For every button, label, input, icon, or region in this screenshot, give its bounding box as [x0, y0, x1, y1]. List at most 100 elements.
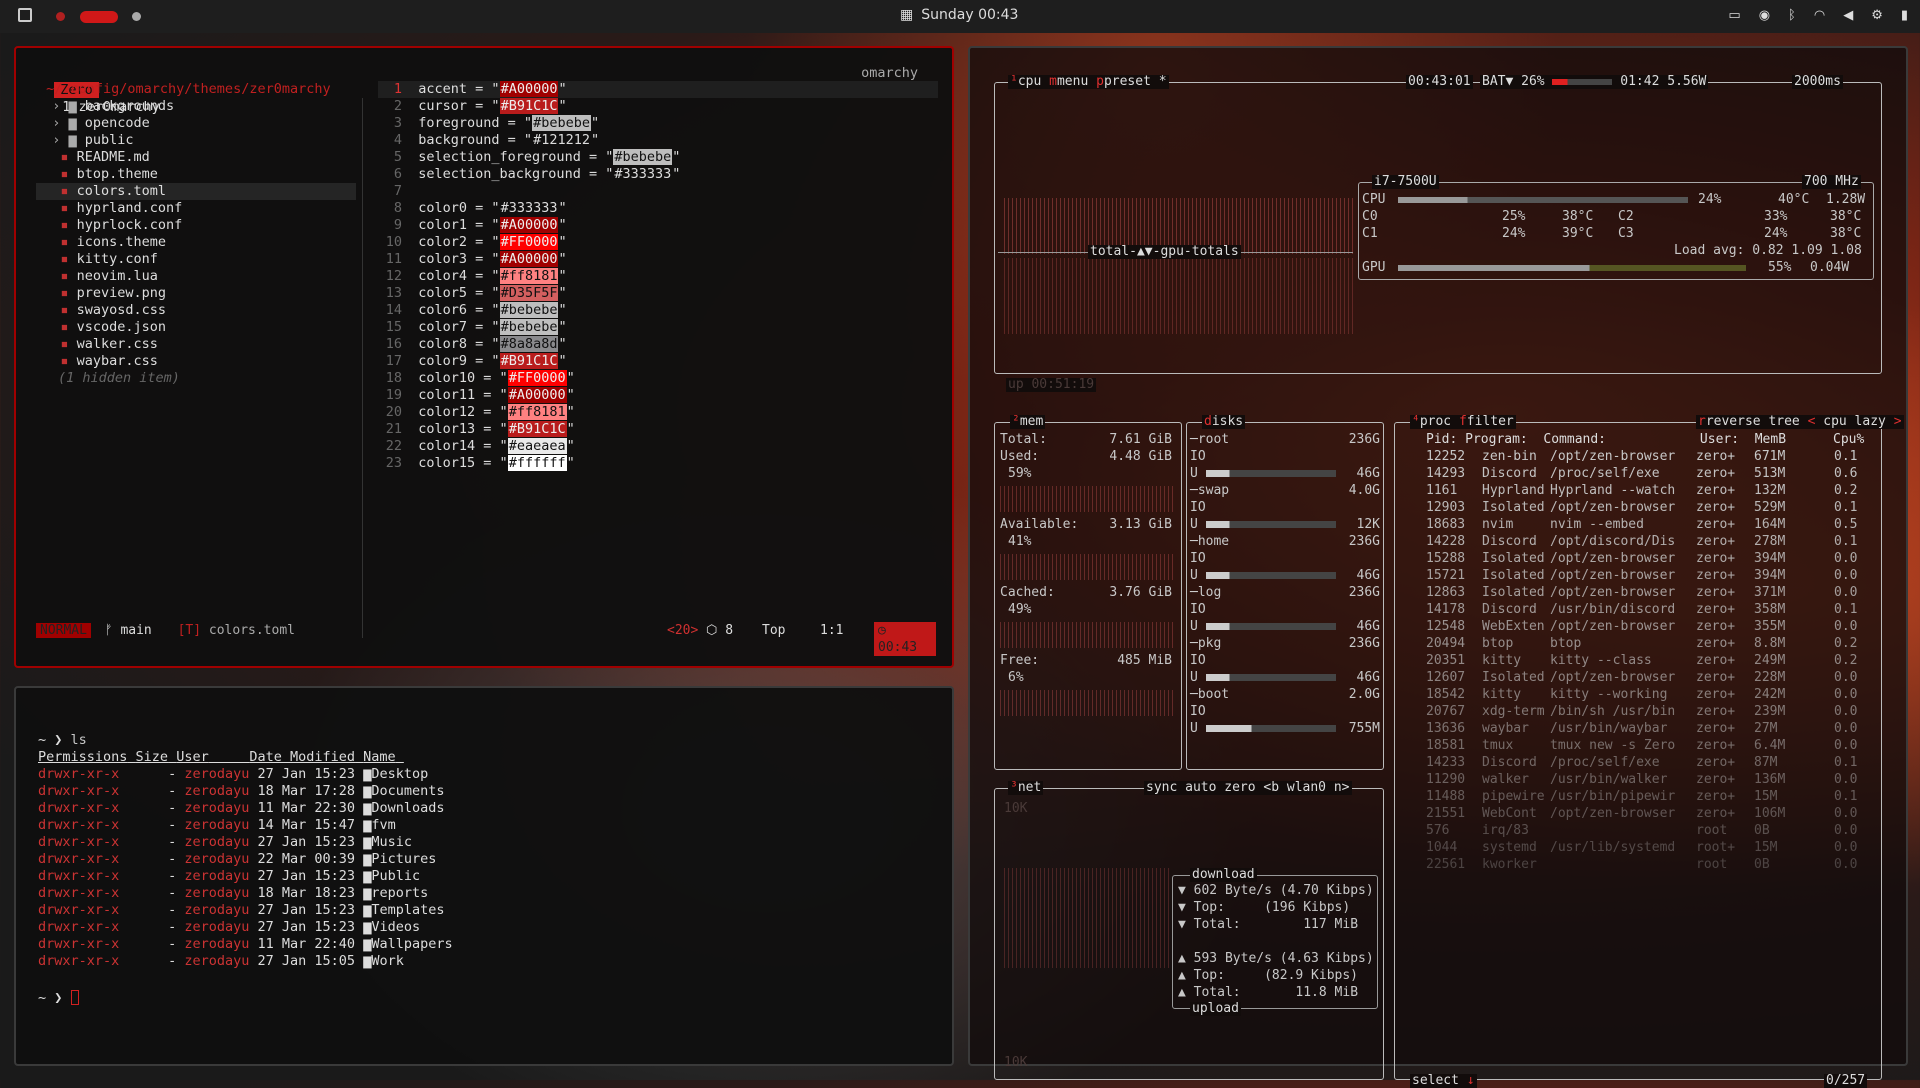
volume-icon[interactable]: ◀ [1843, 8, 1853, 23]
launcher-icon[interactable] [18, 8, 32, 22]
code-line[interactable]: 14 color6 = "#bebebe" [378, 302, 938, 319]
ls-row[interactable]: drwxr-xr-x - zerodayu 27 Jan 15:23 ▆Desk… [38, 766, 453, 783]
code-line[interactable]: 16 color8 = "#8a8a8d" [378, 336, 938, 353]
cpu-tabs[interactable]: ¹cpu mmenu ppreset * [1008, 75, 1169, 89]
proc-cpu: 0.1 [1834, 449, 1858, 464]
tree-item[interactable]: ▪ kitty.conf [36, 251, 356, 268]
ls-row[interactable]: drwxr-xr-x - zerodayu 27 Jan 15:23 ▆Temp… [38, 902, 453, 919]
code-line[interactable]: 18 color10 = "#FF0000" [378, 370, 938, 387]
tree-item[interactable]: ▪ preview.png [36, 285, 356, 302]
workspace-active[interactable] [80, 11, 118, 23]
proc-reverse[interactable]: reverse [1706, 414, 1761, 429]
tree-item[interactable]: › ▆ public [36, 132, 356, 149]
proc-tree[interactable]: tree [1768, 414, 1799, 429]
ls-row[interactable]: drwxr-xr-x - zerodayu 27 Jan 15:05 ▆Work [38, 953, 453, 970]
proc-pid: 20767 [1426, 704, 1466, 719]
code-line[interactable]: 15 color7 = "#bebebe" [378, 319, 938, 336]
proc-command: /opt/zen-browser [1550, 585, 1676, 600]
proc-filter[interactable]: filter [1467, 414, 1514, 429]
cpu-icon[interactable]: ⚙ [1871, 8, 1883, 23]
terminal-window[interactable]: ~ ❯ ls Permissions Size User Date Modifi… [14, 686, 954, 1066]
code-line[interactable]: 2 cursor = "#B91C1C" [378, 98, 938, 115]
proc-cpu: 0.1 [1834, 755, 1858, 770]
code-line[interactable]: 11 color3 = "#A00000" [378, 251, 938, 268]
workspace-dot-1[interactable] [56, 12, 65, 21]
clock[interactable]: ▦ Sunday 00:43 [900, 7, 1018, 23]
proc-command: /proc/self/exe [1550, 755, 1660, 770]
size: - [168, 885, 177, 901]
code-line[interactable]: 5 selection_foreground = "#bebebe" [378, 149, 938, 166]
tree-item[interactable]: ▪ icons.theme [36, 234, 356, 251]
proc-command: tmux new -s Zero [1550, 738, 1676, 753]
toml-key: color2 [418, 234, 468, 250]
toml-key: color9 [418, 353, 468, 369]
ls-row[interactable]: drwxr-xr-x - zerodayu 18 Mar 18:23 ▆repo… [38, 885, 453, 902]
code-line[interactable]: 10 color2 = "#FF0000" [378, 234, 938, 251]
code-line[interactable]: 7 [378, 183, 938, 200]
tree-root-path[interactable]: ~/.config/omarchy/themes/zer0marchy [38, 81, 330, 98]
code-line[interactable]: 8 color0 = "#333333" [378, 200, 938, 217]
tree-item[interactable]: › ▆ backgrounds [36, 98, 356, 115]
c1-temp: 39°C [1562, 226, 1594, 241]
cpu-freq: 700 MHz [1802, 174, 1861, 189]
proc-sort[interactable]: cpu lazy [1823, 414, 1886, 429]
ls-row[interactable]: drwxr-xr-x - zerodayu 27 Jan 15:23 ▆Vide… [38, 919, 453, 936]
code-line[interactable]: 23 color15 = "#ffffff" [378, 455, 938, 472]
code-line[interactable]: 20 color12 = "#ff8181" [378, 404, 938, 421]
code-line[interactable]: 3 foreground = "#bebebe" [378, 115, 938, 132]
folder-icon: › ▆ [36, 115, 85, 131]
ls-row[interactable]: drwxr-xr-x - zerodayu 18 Mar 17:28 ▆Docu… [38, 783, 453, 800]
editor-window[interactable]: Zero 1:zer0marchy omarchy ~/.config/omar… [14, 46, 954, 668]
tree-item[interactable]: ▪ hyprlock.conf [36, 217, 356, 234]
btop-window[interactable]: ¹cpu mmenu ppreset * 00:43:01 BAT▼ 26% 0… [968, 46, 1908, 1088]
proc-cpu: 0.1 [1834, 789, 1858, 804]
screen-icon[interactable]: ▭ [1728, 8, 1740, 23]
code-line[interactable]: 6 selection_background = "#333333" [378, 166, 938, 183]
ls-row[interactable]: drwxr-xr-x - zerodayu 22 Mar 00:39 ▆Pict… [38, 851, 453, 868]
bluetooth-icon[interactable]: ᛒ [1788, 8, 1796, 23]
proc-options[interactable]: rreverse tree < cpu lazy > [1696, 415, 1904, 429]
net-tabs[interactable]: sync auto zero <b wlan0 n> [1144, 781, 1352, 795]
tab-preset[interactable]: preset * [1104, 74, 1167, 89]
proc-pid: 20494 [1426, 636, 1466, 651]
code-line[interactable]: 21 color13 = "#B91C1C" [378, 421, 938, 438]
tree-item[interactable]: ▪ walker.css [36, 336, 356, 353]
file-icon: ▪ [36, 200, 77, 216]
code-line[interactable]: 17 color9 = "#B91C1C" [378, 353, 938, 370]
prompt-line-2[interactable]: ~ ❯ [38, 990, 79, 1007]
proc-footer-select[interactable]: select ↓ [1410, 1074, 1477, 1088]
code-line[interactable]: 9 color1 = "#A00000" [378, 217, 938, 234]
code-line[interactable]: 1 accent = "#A00000" [378, 81, 938, 98]
code-line[interactable]: 4 background = "#121212" [378, 132, 938, 149]
wifi-icon[interactable]: ◠ [1814, 8, 1825, 23]
code-buffer[interactable]: 1 accent = "#A00000" 2 cursor = "#B91C1C"… [378, 81, 938, 472]
code-line[interactable]: 19 color11 = "#A00000" [378, 387, 938, 404]
proc-tabs[interactable]: ⁴proc ffilter [1410, 415, 1516, 429]
ls-row[interactable]: drwxr-xr-x - zerodayu 11 Mar 22:30 ▆Down… [38, 800, 453, 817]
tree-item[interactable]: ▪ swayosd.css [36, 302, 356, 319]
tree-item[interactable]: ▪ neovim.lua [36, 268, 356, 285]
battery-icon[interactable]: ▮ [1901, 8, 1908, 23]
tree-item[interactable]: ▪ hyprland.conf [36, 200, 356, 217]
tree-item[interactable]: ▪ waybar.css [36, 353, 356, 370]
ls-row[interactable]: drwxr-xr-x - zerodayu 27 Jan 15:23 ▆Publ… [38, 868, 453, 885]
update-interval[interactable]: 2000ms [1792, 75, 1843, 89]
tree-item[interactable]: ▪ btop.theme [36, 166, 356, 183]
tree-item[interactable]: › ▆ opencode [36, 115, 356, 132]
tab-cpu[interactable]: cpu [1018, 74, 1041, 89]
tab-menu[interactable]: menu [1057, 74, 1088, 89]
code-line[interactable]: 13 color5 = "#D35F5F" [378, 285, 938, 302]
tree-item[interactable]: ▪ colors.toml [36, 183, 356, 200]
workspace-dot-3[interactable] [132, 12, 141, 21]
discord-icon[interactable]: ◉ [1759, 8, 1770, 23]
color-value: #ff8181 [507, 404, 567, 420]
disk-name: root [1197, 432, 1230, 447]
proc-program: Isolated [1482, 500, 1545, 515]
code-line[interactable]: 12 color4 = "#ff8181" [378, 268, 938, 285]
ls-row[interactable]: drwxr-xr-x - zerodayu 11 Mar 22:40 ▆Wall… [38, 936, 453, 953]
tree-item[interactable]: ▪ vscode.json [36, 319, 356, 336]
ls-row[interactable]: drwxr-xr-x - zerodayu 14 Mar 15:47 ▆fvm [38, 817, 453, 834]
tree-item[interactable]: ▪ README.md [36, 149, 356, 166]
code-line[interactable]: 22 color14 = "#eaeaea" [378, 438, 938, 455]
ls-row[interactable]: drwxr-xr-x - zerodayu 27 Jan 15:23 ▆Musi… [38, 834, 453, 851]
